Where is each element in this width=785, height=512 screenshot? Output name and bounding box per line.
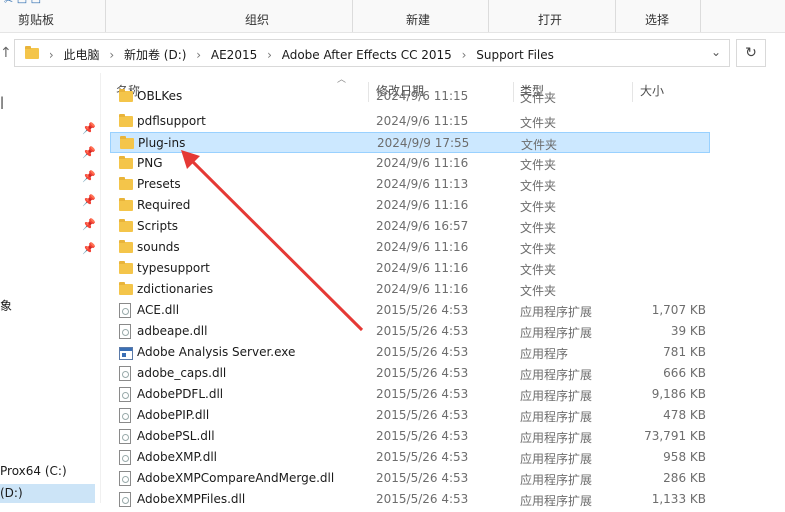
annotation-arrow (181, 150, 364, 332)
arrow-shaft (188, 157, 364, 332)
